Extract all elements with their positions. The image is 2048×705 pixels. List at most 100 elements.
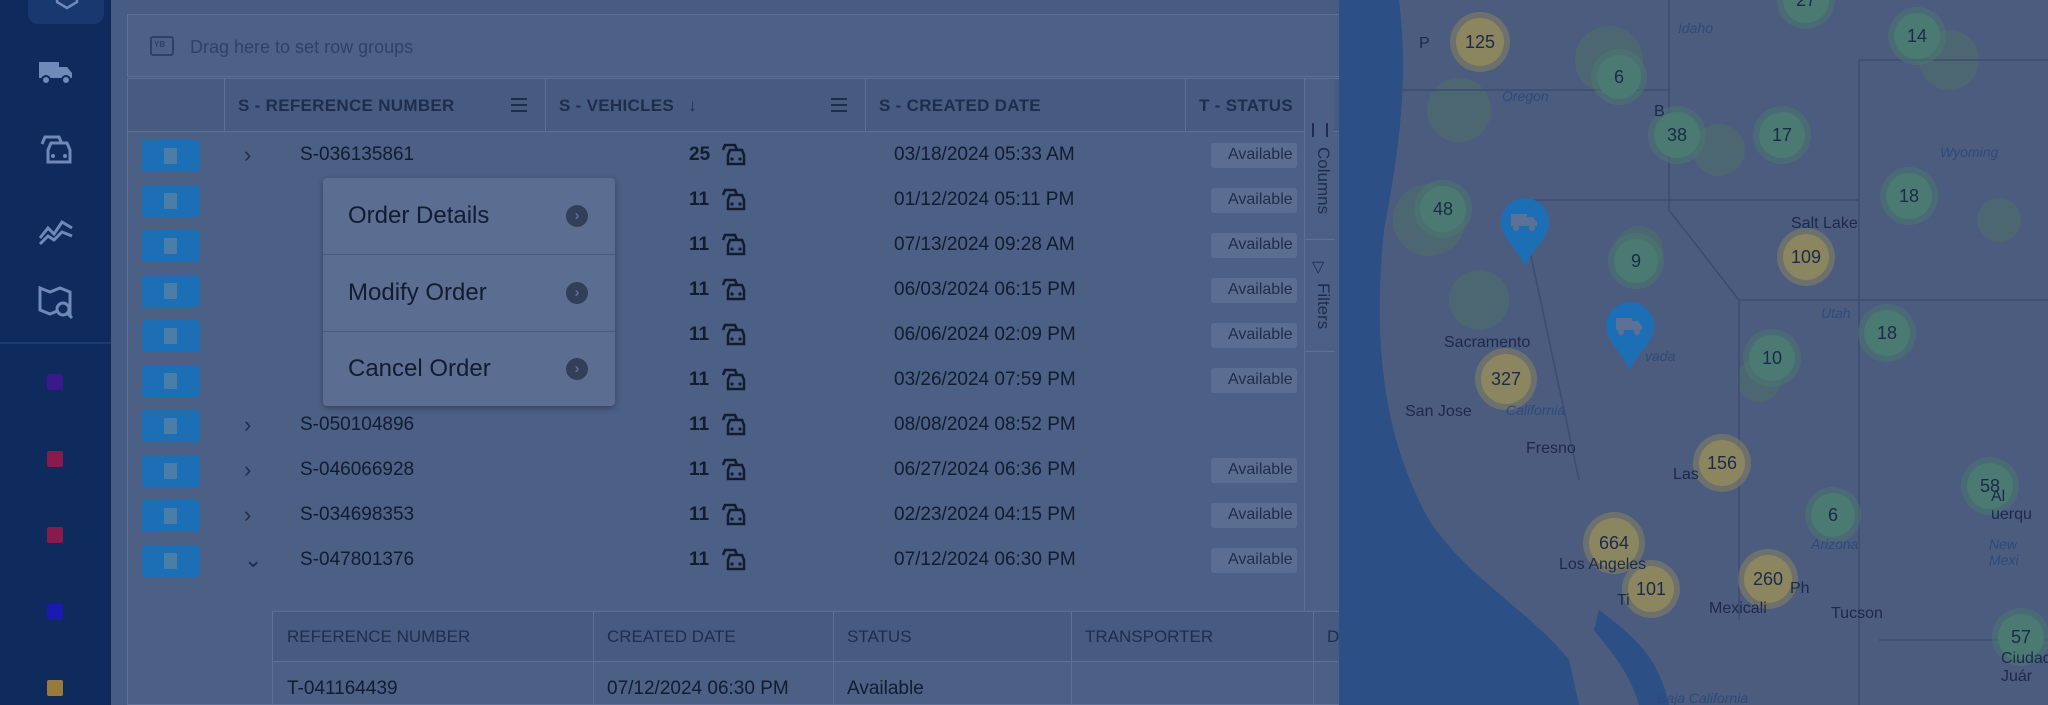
column-menu-icon[interactable] [511,98,527,112]
column-menu-icon[interactable] [831,98,847,112]
map-cluster[interactable]: 156 [1699,440,1745,486]
header-vehicles[interactable]: S - VEHICLES ↓ [559,79,697,132]
detail-header-status[interactable]: STATUS [847,627,912,647]
detail-created: 07/12/2024 06:30 PM [607,678,789,699]
map-label-california: California [1506,402,1566,418]
menu-item-cancel-order[interactable]: Cancel Order › [323,331,615,407]
vehicle-count: 11 [689,414,710,435]
status-badge: Available [1211,188,1297,213]
vehicle-count: 11 [689,189,710,210]
status-badge: Available [1211,548,1297,573]
table-row[interactable]: › S-050104896 11 08/08/2024 08:52 PM [128,402,1294,447]
order-document-button[interactable] [142,185,200,217]
cars-icon [720,366,748,392]
created-date: 01/12/2024 05:11 PM [894,189,1075,210]
table-row[interactable]: 11 01/12/2024 05:11 PM Available [128,177,1297,222]
map-label-arizona: Arizona [1811,536,1859,552]
status-badge: Available [1211,278,1297,303]
detail-status: Available [847,678,924,699]
map-cluster[interactable]: 48 [1420,186,1466,232]
header-reference[interactable]: S - REFERENCE NUMBER [238,79,455,132]
menu-item-modify-order[interactable]: Modify Order › [323,255,615,331]
table-row[interactable]: › S-036135861 25 03/18/2024 05:33 AM Availab… [128,132,1297,177]
map-cluster[interactable]: 14 [1894,13,1940,59]
filters-tab[interactable]: Filters [1307,283,1333,329]
expand-chevron-icon[interactable]: ⌄ [244,547,262,573]
order-document-button[interactable] [142,275,200,307]
table-row[interactable]: 11 07/13/2024 09:28 AM Available [128,222,1297,267]
table-row[interactable]: 11 06/06/2024 02:09 PM Available [128,312,1297,357]
legend-square-red-2 [47,527,63,543]
order-document-button[interactable] [142,230,200,262]
expand-chevron-icon[interactable]: › [244,457,251,483]
order-document-button[interactable] [142,320,200,352]
table-row[interactable]: ⌄ S-047801376 11 07/12/2024 06:30 PM Availab… [128,537,1297,582]
context-menu: Order Details › Modify Order › Cancel Or… [323,178,615,406]
map-cluster[interactable]: 125 [1456,18,1504,66]
map-label-san-jose: San Jose [1405,403,1472,420]
legend-square-purple [47,374,63,390]
vehicle-count: 11 [689,459,710,480]
expand-chevron-icon[interactable]: › [244,412,251,438]
created-date: 06/06/2024 02:09 PM [894,324,1076,345]
order-document-button[interactable] [142,410,200,442]
order-document-button[interactable] [142,365,200,397]
detail-header-transporter[interactable]: TRANSPORTER [1085,627,1213,647]
map-label-baja-california: Baja California [1657,690,1749,705]
cars-icon[interactable] [34,128,78,172]
map-cluster[interactable]: 18 [1864,310,1910,356]
header-created-date[interactable]: S - CREATED DATE [879,79,1041,132]
map-search-icon[interactable] [34,280,78,324]
map-cluster[interactable]: 17 [1759,112,1805,158]
created-date: 06/27/2024 06:36 PM [894,459,1076,480]
map[interactable]: 125 6 38 17 14 48 9 18 109 18 327 10 156 58 6 664 101 260… [1339,0,2048,705]
row-group-bar[interactable]: Drag here to set row groups [127,14,1432,77]
cars-icon [720,321,748,347]
map-cluster[interactable]: 6 [1597,55,1641,99]
map-cluster[interactable]: 260 [1744,555,1792,603]
map-label-utah: Utah [1821,305,1851,321]
cars-icon [720,546,748,572]
table-row[interactable]: 11 03/26/2024 07:59 PM Available [128,357,1297,402]
cube-icon [55,0,79,10]
grid-panel: Drag here to set row groups S - REFERENC… [111,0,1433,705]
header-status[interactable]: T - STATUS [1199,79,1293,132]
map-label-idaho: Idaho [1678,20,1714,36]
menu-item-label: Modify Order [348,279,487,306]
header-vehicles-label: S - VEHICLES [559,95,675,115]
map-cluster[interactable]: 10 [1749,335,1795,381]
created-date: 07/12/2024 06:30 PM [894,549,1076,570]
truck-icon[interactable] [34,50,78,94]
order-document-button[interactable] [142,455,200,487]
map-pin-truck-icon[interactable] [1604,300,1656,372]
order-document-button[interactable] [142,500,200,532]
table-row[interactable]: › S-034698353 11 02/23/2024 04:15 PM Availab… [128,492,1297,537]
map-cluster[interactable]: 109 [1783,234,1829,280]
detail-header-reference[interactable]: REFERENCE NUMBER [287,627,470,647]
detail-header-created[interactable]: CREATED DATE [607,627,736,647]
expand-chevron-icon[interactable]: › [244,502,251,528]
map-label-phoenix: Ph [1790,580,1810,597]
columns-tab[interactable]: Columns [1307,147,1333,214]
cars-icon [720,411,748,437]
sidebar-item-home[interactable] [28,0,104,24]
vehicle-count: 11 [689,279,710,300]
map-label-wyoming: Wyoming [1940,144,1999,160]
map-cluster[interactable]: 327 [1481,354,1531,404]
map-label-oregon: Oregon [1502,88,1549,104]
expand-chevron-icon[interactable]: › [244,142,251,168]
order-document-button[interactable] [142,140,200,172]
row-group-placeholder: Drag here to set row groups [190,37,414,57]
reference-number: S-047801376 [300,549,415,570]
order-document-button[interactable] [142,545,200,577]
table-row[interactable]: 11 06/03/2024 06:15 PM Available [128,267,1297,312]
map-cluster[interactable]: 9 [1614,239,1658,283]
map-label-boise: B [1654,103,1665,120]
legend-square-red [47,451,63,467]
analytics-icon[interactable] [34,206,78,250]
map-pin-truck-icon[interactable] [1499,196,1551,268]
table-row[interactable]: › S-046066928 11 06/27/2024 06:36 PM Availab… [128,447,1297,492]
menu-item-order-details[interactable]: Order Details › [323,178,615,254]
map-cluster[interactable]: 18 [1886,173,1932,219]
map-cluster[interactable]: 6 [1811,493,1855,537]
